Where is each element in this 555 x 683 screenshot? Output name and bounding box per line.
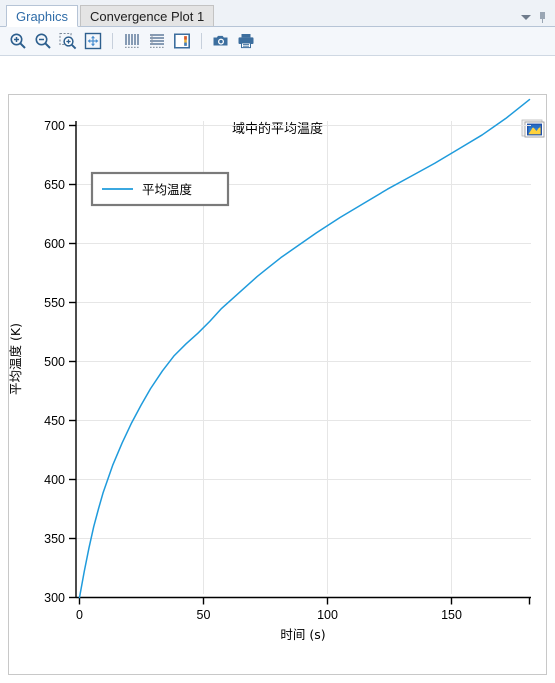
y-axis-tick-labels: 300 350 400 450 500 550 600 650 700	[44, 119, 65, 605]
y-tick-label: 700	[44, 119, 65, 133]
x-axis-tick-labels: 0 50 100 150	[76, 608, 462, 622]
y-axis-ticks	[69, 124, 76, 599]
print-button[interactable]	[235, 30, 257, 52]
y-tick-label: 550	[44, 296, 65, 310]
tab-bar: Graphics Convergence Plot 1	[0, 0, 555, 27]
x-axis-title: 时间 (s)	[280, 627, 325, 642]
zoom-in-icon	[10, 33, 26, 49]
printer-icon	[238, 34, 254, 49]
graphics-window: Graphics Convergence Plot 1 域中的平均温度 300 …	[0, 0, 555, 683]
x-tick-label: 100	[317, 608, 338, 622]
tab-convergence-plot-1[interactable]: Convergence Plot 1	[80, 5, 215, 27]
camera-icon	[213, 35, 228, 46]
color-plot-icon	[174, 33, 190, 49]
y-tick-label: 350	[44, 532, 65, 546]
grid-lines-button[interactable]	[121, 30, 143, 52]
tab-graphics-label: Graphics	[16, 9, 69, 24]
zoom-out-button[interactable]	[32, 30, 54, 52]
grid-horizontal-icon	[150, 34, 164, 48]
graphics-toolbar	[0, 27, 555, 56]
y-tick-label: 400	[44, 473, 65, 487]
y-axis-title: 平均温度 (K)	[8, 323, 23, 395]
y-tick-label: 650	[44, 178, 65, 192]
zoom-out-icon	[35, 33, 51, 49]
tab-convergence-plot-1-label: Convergence Plot 1	[90, 9, 205, 24]
plot-colors-button[interactable]	[171, 30, 193, 52]
zoom-extents-icon	[84, 32, 102, 50]
legend-label-average-temperature: 平均温度	[142, 182, 193, 197]
plot-area: 300 350 400 450 500 550 600 650 700 0 50…	[8, 98, 531, 642]
y-tick-label: 600	[44, 237, 65, 251]
zoom-in-button[interactable]	[7, 30, 29, 52]
y-tick-label: 500	[44, 355, 65, 369]
plot-legend: 平均温度	[90, 171, 230, 207]
x-axis-ticks	[78, 597, 531, 605]
grid-vertical-icon	[125, 34, 139, 48]
x-tick-label: 150	[441, 608, 462, 622]
chevron-down-icon[interactable]	[521, 15, 531, 20]
y-tick-label: 300	[44, 591, 65, 605]
grid-table-button[interactable]	[146, 30, 168, 52]
tab-bar-controls	[521, 12, 555, 26]
pin-icon[interactable]	[538, 12, 547, 23]
zoom-box-icon	[59, 32, 77, 50]
y-tick-label: 450	[44, 414, 65, 428]
snapshot-button[interactable]	[210, 30, 232, 52]
x-tick-label: 0	[76, 608, 83, 622]
tab-graphics[interactable]: Graphics	[6, 5, 79, 27]
plot-canvas[interactable]: 域中的平均温度 300 350 400 450 500 550 600 650 …	[0, 56, 555, 683]
toolbar-separator-1	[112, 33, 113, 49]
zoom-box-button[interactable]	[57, 30, 79, 52]
zoom-extents-button[interactable]	[82, 30, 104, 52]
x-tick-label: 50	[197, 608, 211, 622]
toolbar-separator-2	[201, 33, 202, 49]
